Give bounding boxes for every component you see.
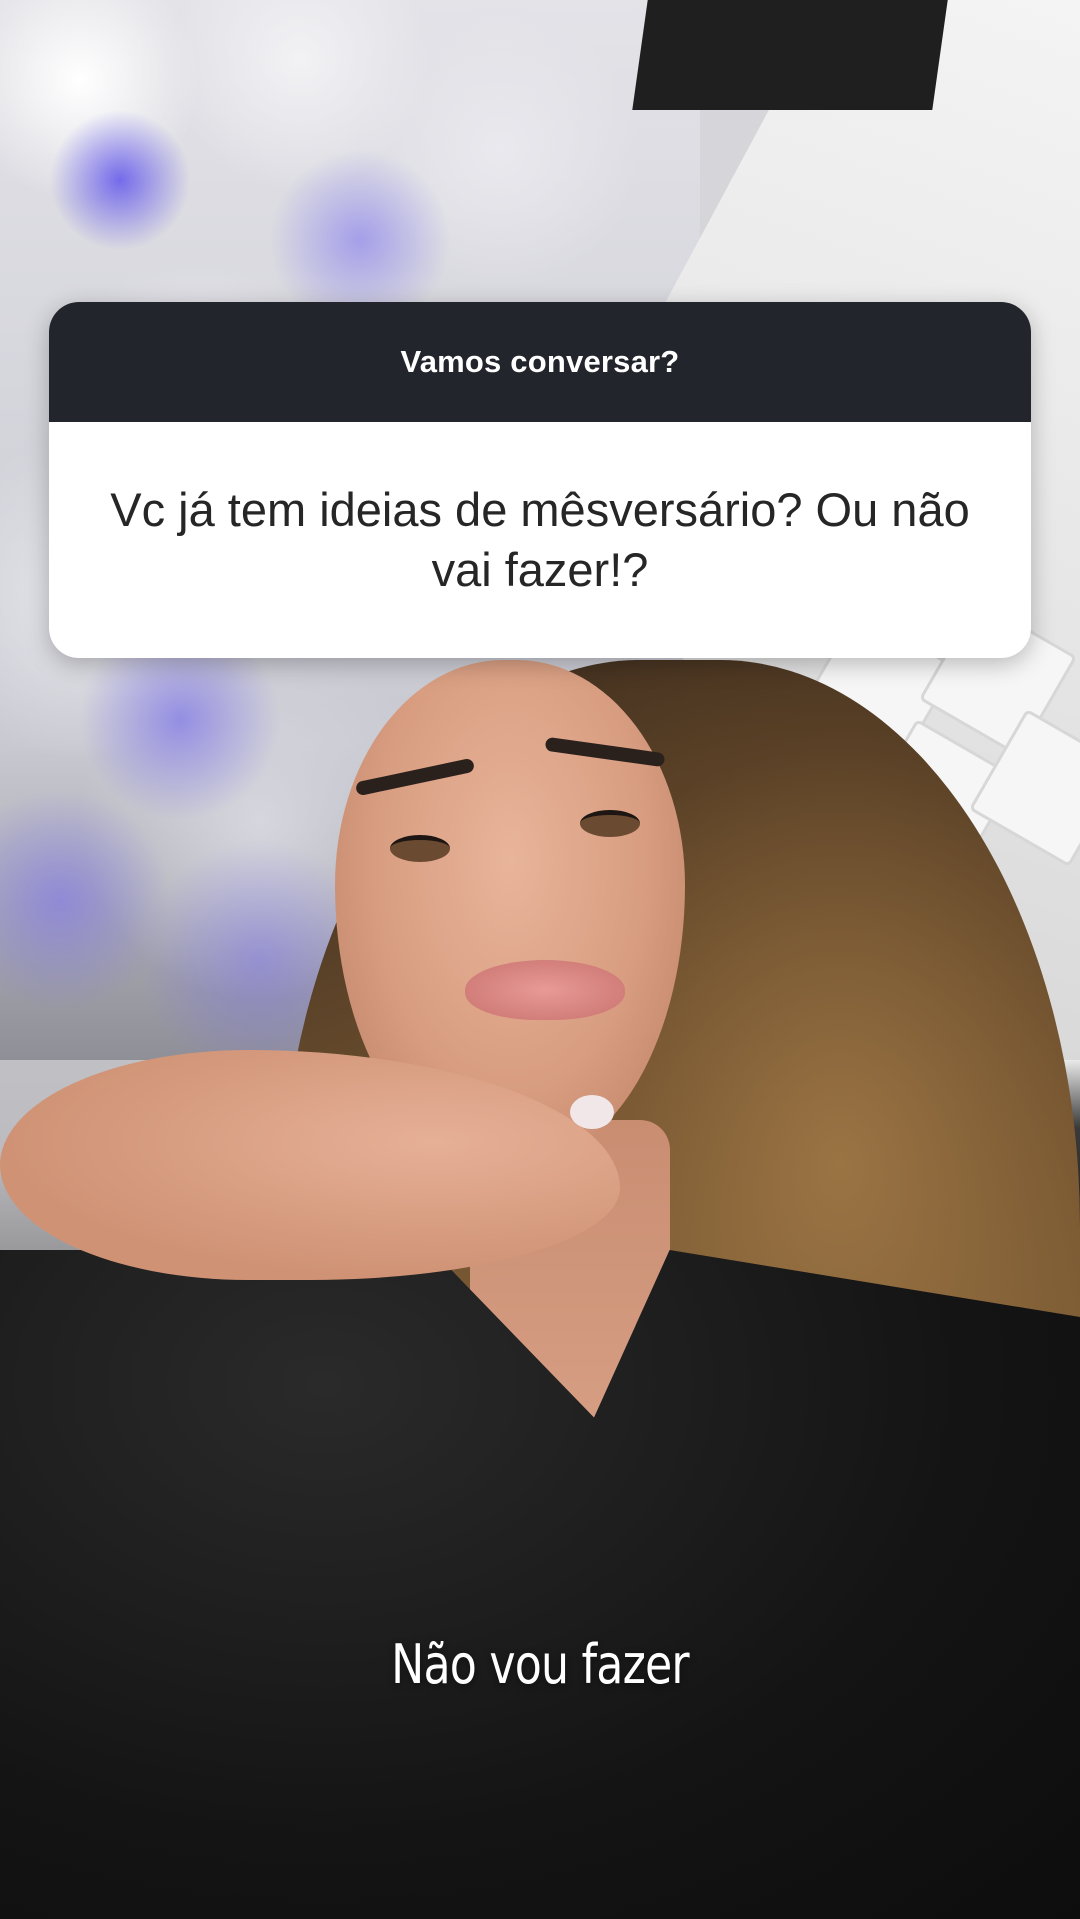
story-caption: Não vou fazer (391, 1633, 689, 1696)
background-photo (0, 0, 1080, 1919)
left-eye (390, 835, 450, 862)
story-frame[interactable]: Vamos conversar? Vc já tem ideias de mês… (0, 0, 1080, 1919)
right-eye (580, 810, 640, 837)
question-text: Vc já tem ideias de mêsversário? Ou não … (110, 483, 970, 596)
dark-shelf (632, 0, 948, 110)
question-sticker[interactable]: Vamos conversar? Vc já tem ideias de mês… (49, 302, 1031, 658)
question-sticker-header: Vamos conversar? (49, 302, 1031, 422)
person-lips (465, 960, 625, 1020)
fingernail (570, 1095, 614, 1129)
question-sticker-title: Vamos conversar? (400, 344, 680, 379)
question-sticker-body: Vc já tem ideias de mêsversário? Ou não … (49, 422, 1031, 658)
